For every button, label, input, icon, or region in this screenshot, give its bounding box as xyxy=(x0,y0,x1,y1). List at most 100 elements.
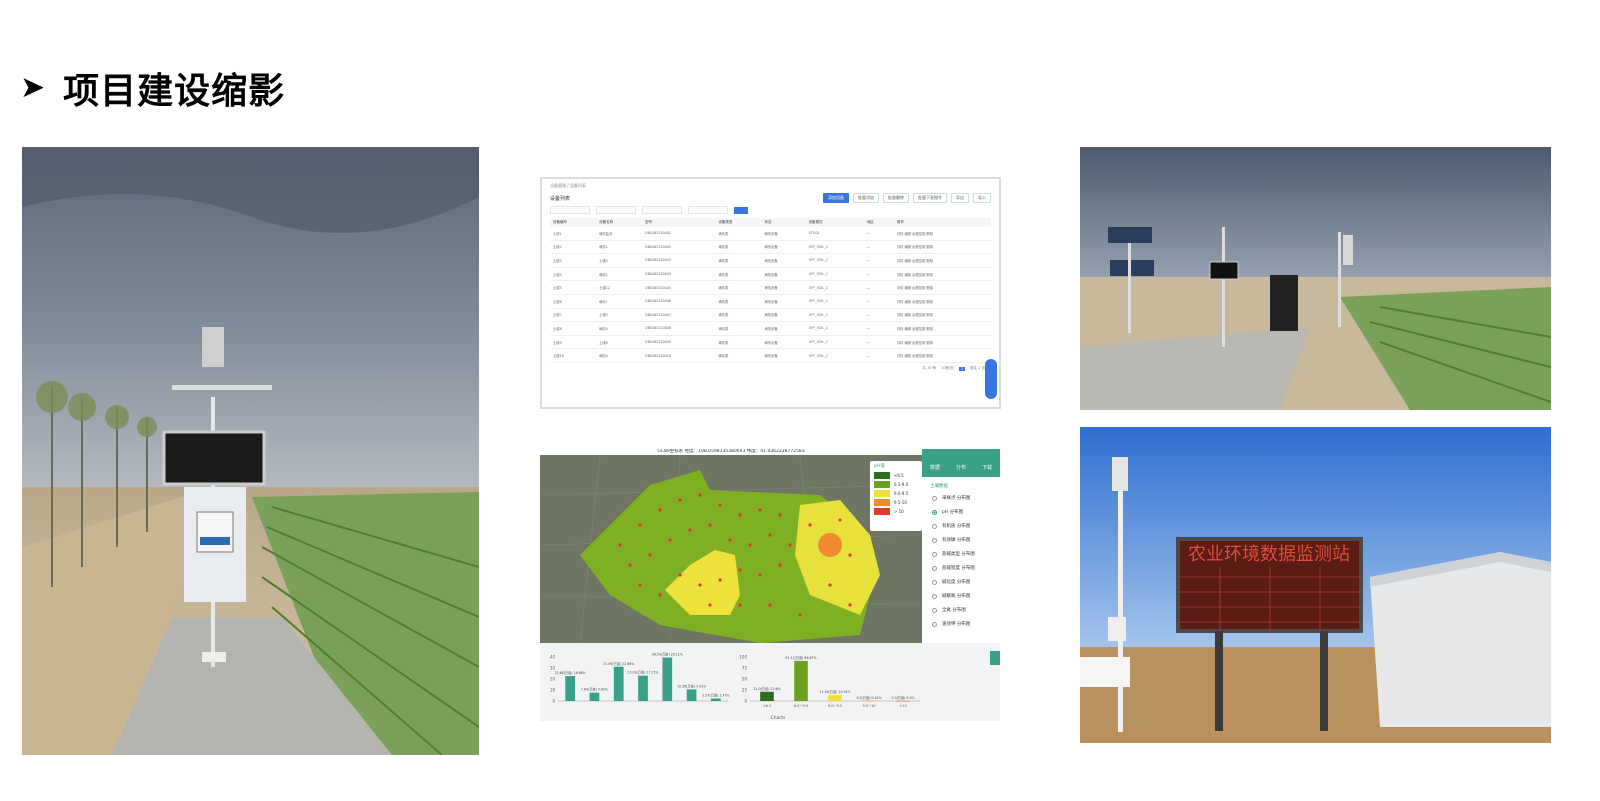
y-tick-label: 100 xyxy=(739,655,747,660)
chart-bar[interactable] xyxy=(828,694,842,701)
floating-help-button[interactable] xyxy=(985,359,997,399)
table-row[interactable]: 土壤6 墒情1 DB0162520006 墒情类 墒情设备 OFF_SOIL_1— 详情 编… xyxy=(550,294,991,309)
table-cell: STG01 xyxy=(805,227,864,241)
table-cell: 墒情设备 xyxy=(761,335,806,350)
pager-goto[interactable]: 前往 1 页 xyxy=(970,366,985,371)
sample-point xyxy=(688,528,692,532)
table-cell[interactable]: 详情 编辑 远程控制 删除 xyxy=(893,227,991,241)
chart-bar[interactable] xyxy=(662,657,673,701)
table-row[interactable]: 土壤3 土壤4 DB0162520003 墒情类 墒情设备 OFF_SOIL_1— 详情 编… xyxy=(550,253,991,268)
radio-icon[interactable] xyxy=(932,607,937,613)
column-header: 设备编号 xyxy=(550,218,597,227)
layer-option[interactable]: 碱化度 分布图 xyxy=(922,575,1000,589)
table-cell: — xyxy=(863,308,894,323)
y-tick-label: 0 xyxy=(552,699,555,704)
table-cell: 墒情类 xyxy=(715,240,762,255)
table-cell: 墒情设备 xyxy=(761,253,806,268)
table-cell: OFF_SOIL_1 xyxy=(805,335,864,350)
table-row[interactable]: 土壤2 墒情1 DB0162520002 墒情类 墒情设备 OFF_SOIL_1— 详情 编… xyxy=(550,240,991,255)
radio-icon[interactable] xyxy=(932,523,937,529)
chart-bar[interactable] xyxy=(589,692,600,701)
table-cell: OFF_SOIL_1 xyxy=(805,240,864,255)
panel-section-title: 土壤数据 xyxy=(930,484,948,489)
filter-input[interactable] xyxy=(550,206,590,214)
table-cell[interactable]: 详情 编辑 远程控制 删除 xyxy=(893,335,991,350)
x-tick-label: <6.5 xyxy=(763,704,772,708)
sample-point xyxy=(718,578,722,582)
chart-bar[interactable] xyxy=(896,700,910,702)
layer-option[interactable]: 有机质 分布图 xyxy=(922,519,1000,533)
radio-icon[interactable] xyxy=(932,579,937,585)
satellite-map[interactable] xyxy=(540,455,922,643)
layer-label: 碱解氮 分布图 xyxy=(942,594,971,599)
radio-icon[interactable] xyxy=(932,551,937,557)
table-row[interactable]: 土壤5 土壤12 DB0162520005 墒情类 墒情设备 OFF_SOIL_1— 详情 … xyxy=(550,280,991,295)
sample-point xyxy=(798,613,802,617)
table-row[interactable]: 土壤8 墒情4 DB0162520008 墒情类 墒情设备 OFF_SOIL_1— 详情 编… xyxy=(550,321,991,336)
layer-option[interactable]: 速效钾 分布图 xyxy=(922,617,1000,631)
arrowhead-bullet-icon: ➤ xyxy=(20,70,46,105)
sample-point xyxy=(638,523,642,527)
collapse-panel-button[interactable] xyxy=(990,651,1000,665)
chart-bar[interactable] xyxy=(760,691,774,701)
chart-bar[interactable] xyxy=(613,666,624,701)
table-cell: 墒情类 xyxy=(715,227,762,241)
table-row[interactable]: 土壤9 土壤8 DB0162520009 墒情类 墒情设备 OFF_SOIL_1— 详情 编… xyxy=(550,335,991,350)
sample-point xyxy=(698,583,702,587)
chart-bar[interactable] xyxy=(862,700,876,702)
filter-input[interactable] xyxy=(596,206,636,214)
filter-input[interactable] xyxy=(642,206,682,214)
chart-bar[interactable] xyxy=(686,689,697,701)
search-button[interactable] xyxy=(734,206,748,214)
tab-download[interactable]: 下载 xyxy=(982,464,992,471)
table-cell[interactable]: 详情 编辑 远程控制 删除 xyxy=(893,294,991,309)
layer-option[interactable]: 有效磷 分布图 xyxy=(922,533,1000,547)
table-cell[interactable]: 详情 编辑 远程控制 删除 xyxy=(893,348,991,363)
table-row[interactable]: 土壤10 墒情4 DB0162520010 墒情类 墒情设备 OFF_SOIL_1— 详情 … xyxy=(550,348,991,363)
batch-delete-button[interactable]: 批量删除 xyxy=(883,193,909,203)
table-cell[interactable]: 详情 编辑 远程控制 删除 xyxy=(893,308,991,323)
layer-option[interactable]: pH 分布图 xyxy=(922,505,1000,519)
layer-option[interactable]: 全氮 分布图 xyxy=(922,603,1000,617)
sample-point xyxy=(658,593,662,597)
tab-distribution[interactable]: 分布 xyxy=(956,464,966,471)
tab-data[interactable]: 数据 xyxy=(930,464,940,471)
radio-icon[interactable] xyxy=(932,565,937,571)
layer-option[interactable]: 盐碱类型 分布图 xyxy=(922,547,1000,561)
page-title: 项目建设缩影 xyxy=(63,71,286,112)
batch-command-button[interactable]: 批量下发指令 xyxy=(913,193,947,203)
pager-size-select[interactable]: 10条/页 xyxy=(941,366,954,371)
sample-point xyxy=(708,523,712,527)
table-cell[interactable]: 详情 编辑 远程控制 删除 xyxy=(893,267,991,282)
table-cell[interactable]: 详情 编辑 远程控制 删除 xyxy=(893,280,991,295)
table-cell[interactable]: 详情 编辑 远程控制 删除 xyxy=(893,253,991,268)
batch-add-button[interactable]: 批量添加 xyxy=(853,193,879,203)
chart-bar[interactable] xyxy=(565,676,575,701)
layer-option[interactable]: 采样点 分布图 xyxy=(922,491,1000,505)
table-row[interactable]: 土壤7 土壤5 DB0162520007 墒情类 墒情设备 OFF_SOIL_1— 详情 编… xyxy=(550,308,991,323)
radio-icon[interactable] xyxy=(932,593,937,599)
table-row[interactable]: 土壤4 墒情1 DB0162520004 墒情类 墒情设备 OFF_SOIL_1— 详情 编… xyxy=(550,267,991,282)
chart-bar[interactable] xyxy=(794,660,808,701)
filter-input[interactable] xyxy=(688,206,728,214)
table-cell: 墒情1 xyxy=(596,294,643,309)
radio-icon[interactable] xyxy=(932,509,937,515)
table-row[interactable]: 土壤1 墒情监测 DB0162520001 墒情类 墒情设备 STG01— 详情 编辑 远程… xyxy=(550,227,991,241)
bar-data-label: 21.0(万亩) 22.6% xyxy=(753,686,780,691)
radio-icon[interactable] xyxy=(932,537,937,543)
radio-icon[interactable] xyxy=(932,621,937,627)
layer-option[interactable]: 碱解氮 分布图 xyxy=(922,589,1000,603)
table-cell[interactable]: 详情 编辑 远程控制 删除 xyxy=(893,321,991,336)
export-button[interactable]: 导出 xyxy=(951,193,969,203)
layer-option[interactable]: 盐碱程度 分布图 xyxy=(922,561,1000,575)
section-header: ➤ 项目建设缩影 xyxy=(20,62,285,114)
sample-point xyxy=(758,573,762,577)
pager-current-page[interactable]: 1 xyxy=(958,366,966,371)
chart-bar[interactable] xyxy=(638,675,648,701)
add-device-button[interactable]: 添加设备 xyxy=(823,193,849,203)
table-cell[interactable]: 详情 编辑 远程控制 删除 xyxy=(893,240,991,255)
y-tick-label: 25 xyxy=(742,688,748,693)
radio-icon[interactable] xyxy=(932,495,937,501)
chart-bar[interactable] xyxy=(711,698,721,701)
import-button[interactable]: 导入 xyxy=(973,193,991,203)
